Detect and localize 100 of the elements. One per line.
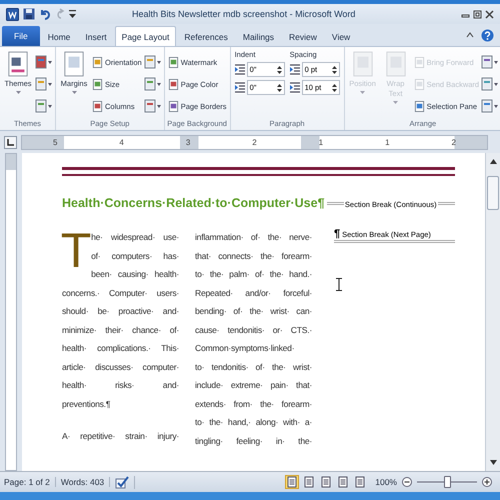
scroll-thumb[interactable] (487, 176, 499, 210)
text-line: include· extreme· pain· that· (195, 379, 312, 392)
text-line: been· causing· health· (90, 268, 179, 281)
page-icon (92, 56, 103, 68)
ruler-number: 2 (452, 138, 456, 146)
ribbon-tab[interactable]: Mailings (236, 26, 282, 46)
scroll-up-icon[interactable] (490, 159, 496, 164)
text-line: health· complications.· This· (62, 342, 179, 355)
word-icon[interactable] (6, 8, 19, 20)
page-icon (63, 51, 85, 77)
text-line: A· repetitive· strain· injury· (62, 430, 179, 443)
page-icon (92, 100, 103, 112)
text-line: concerns.· Computer· users· (62, 286, 179, 300)
spinner-icon[interactable] (332, 64, 337, 74)
help-icon[interactable] (481, 28, 494, 42)
word-count[interactable]: Words: 403 (60, 477, 110, 487)
page-icon (352, 51, 374, 77)
ribbon-tab[interactable]: View (324, 26, 358, 46)
page-icon (168, 56, 179, 68)
customize-icon[interactable] (69, 9, 76, 19)
caret-icon (393, 101, 398, 104)
ribbon-icon[interactable] (481, 55, 500, 69)
ribbon-tab[interactable]: References (177, 26, 235, 46)
file-tab[interactable]: File (2, 26, 40, 46)
ribbon-icon[interactable] (35, 99, 53, 113)
page-icon (92, 78, 103, 90)
ruler-number: 1 (385, 138, 390, 146)
text-line: tingling· feeling· in· the· (195, 434, 312, 448)
text-line: to· the· palm· of· the· hand.· (195, 268, 312, 281)
tab-selector[interactable] (4, 136, 17, 148)
ruler-number: 5 (52, 138, 58, 146)
undo-icon[interactable] (39, 8, 51, 20)
text-line: he· widespread· use· (90, 231, 179, 244)
caret-icon (360, 91, 366, 94)
text-line: health· risks· and· (62, 379, 179, 392)
ruler-number: 4 (119, 138, 124, 146)
spinner-icon[interactable] (332, 82, 337, 92)
vertical-scrollbar[interactable] (485, 153, 500, 471)
ribbon-tab[interactable]: Home (40, 26, 78, 46)
spinner-icon[interactable] (276, 82, 282, 92)
scroll-down-icon[interactable] (490, 460, 496, 465)
view-button[interactable] (286, 476, 298, 488)
view-button[interactable] (303, 476, 316, 488)
text-line: to· the· hand,· along· with· a· (195, 416, 312, 429)
ribbon-icon[interactable] (35, 55, 53, 69)
indent-icon (234, 64, 245, 75)
view-button[interactable] (337, 476, 350, 488)
ruler-number: 3 (186, 138, 190, 146)
view-button[interactable] (320, 476, 332, 488)
ribbon-tab[interactable]: Insert (78, 26, 114, 46)
zoom-level[interactable]: 100% (375, 477, 397, 487)
zoom-in-icon[interactable] (482, 477, 492, 487)
spinner-icon[interactable] (276, 64, 282, 74)
close-icon[interactable] (485, 10, 494, 18)
text-line: Common·symptoms·linked· (195, 342, 296, 355)
document-heading: Health·Concerns·Related·to·Computer·Use¶ (62, 196, 325, 210)
maximize-icon[interactable] (473, 10, 482, 18)
indent-icon (290, 64, 300, 75)
zoom-out-icon[interactable] (402, 477, 412, 487)
indent-icon (290, 82, 300, 93)
text-cursor-icon (336, 278, 342, 291)
ribbon-tab[interactable]: Review (282, 26, 324, 46)
page-icon (384, 51, 407, 77)
save-icon[interactable] (23, 8, 35, 20)
text-line: Repeated· and/or· forceful· (195, 286, 312, 300)
ruler-number: 2 (252, 138, 257, 146)
view-button[interactable] (354, 476, 366, 488)
page-icon (414, 78, 425, 90)
text-line: should· be· proactive· and· (62, 305, 179, 318)
page-count[interactable]: Page: 1 of 2 (4, 477, 56, 487)
ribbon-icon[interactable] (144, 55, 162, 69)
text-line: to· tendonitis· of· the· wrist· (195, 360, 312, 374)
text-line: preventions.¶ (62, 398, 112, 411)
page-icon (168, 78, 179, 90)
indent-icon (234, 82, 245, 93)
ribbon-icon[interactable] (481, 99, 500, 113)
text-line: bending· of· the· wrist· can· (195, 305, 312, 318)
text-line: of· computers· has· (90, 250, 179, 263)
text-line: cause· tendonitis· or· CTS.· (195, 324, 312, 336)
page-icon (414, 56, 425, 68)
page-icon (414, 100, 425, 112)
window-title: Health Bits Newsletter mdb screenshot - Microsoft Word (132, 9, 356, 19)
ribbon-icon[interactable] (144, 99, 162, 113)
proofing-icon[interactable] (115, 476, 130, 488)
horizontal-ruler[interactable]: 5 4 3 2 1 1 2 (21, 134, 488, 150)
ribbon-icon[interactable] (144, 77, 162, 91)
page-icon (168, 100, 179, 112)
drop-cap: T (62, 228, 90, 274)
text-line: that· connects· the· forearm· (195, 250, 312, 262)
ruler-number: 1 (318, 138, 324, 146)
text-line: extends· from· the· forearm· (195, 398, 312, 410)
collapse-ribbon-icon[interactable] (466, 31, 474, 39)
ribbon-icon[interactable] (481, 77, 500, 91)
caret-icon (16, 91, 20, 94)
ribbon-icon[interactable] (35, 77, 53, 91)
tab-stop-icon (7, 138, 14, 146)
page-icon (7, 51, 29, 77)
text-line: article· discusses· computer· (62, 360, 179, 374)
text-line: inflammation· of· the· nerve· (195, 231, 312, 244)
ribbon-tab[interactable]: Page Layout (114, 26, 176, 46)
